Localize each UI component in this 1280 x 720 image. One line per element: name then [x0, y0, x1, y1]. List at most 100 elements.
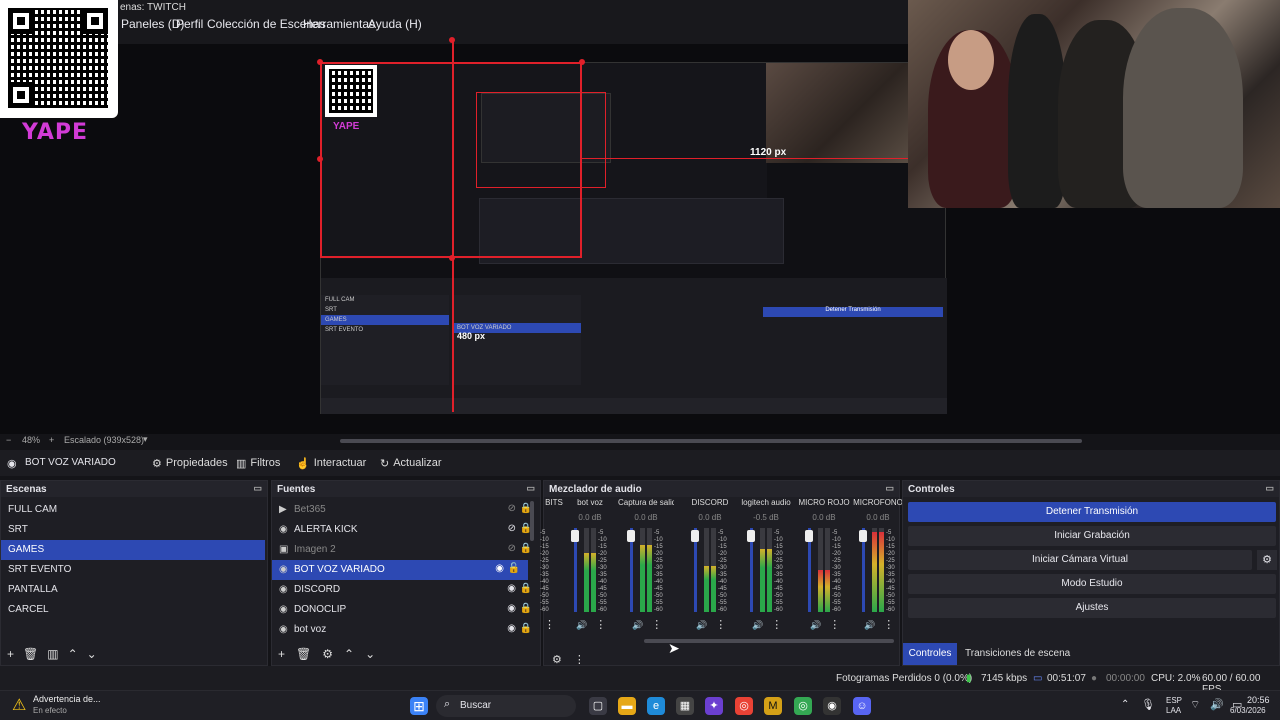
source-item[interactable]: ▣ Imagen 2 ⊘ 🔒 — [272, 540, 540, 560]
scale-dropdown-icon[interactable]: ▾ — [143, 434, 148, 445]
volume-fader[interactable] — [859, 528, 867, 612]
source-item[interactable]: ▶ Bet365 ⊘ 🔒 — [272, 500, 540, 520]
fader-knob[interactable] — [859, 530, 867, 542]
lock-icon[interactable]: 🔒 — [520, 623, 532, 634]
fader-knob[interactable] — [571, 530, 579, 542]
edge-icon[interactable]: e — [647, 697, 665, 715]
scene-item[interactable]: FULL CAM — [1, 500, 267, 520]
speaker-icon[interactable]: 🔊 — [810, 620, 821, 630]
arrow-up-icon[interactable]: ⌃ — [68, 647, 78, 661]
wifi-icon[interactable]: ⌔ — [1190, 698, 1200, 712]
obs-icon[interactable]: ◉ — [823, 697, 841, 715]
microphone-icon[interactable]: 🎙 — [1141, 698, 1155, 711]
taskbar-search[interactable]: ⌕ Buscar — [436, 695, 576, 717]
trash-icon[interactable]: 🗑 — [296, 647, 311, 661]
more-icon[interactable]: ⋮ — [829, 619, 840, 631]
dock-menu-icon[interactable]: ▭ — [253, 483, 262, 494]
gear-icon[interactable]: ⚙ — [1257, 550, 1277, 570]
tab-controls[interactable]: Controles — [903, 643, 957, 665]
start-recording-button[interactable]: Iniciar Grabación — [908, 526, 1276, 546]
scene-item[interactable]: PANTALLA — [1, 580, 267, 600]
source-item[interactable]: ◉ DONOCLIP ◉ 🔒 — [272, 600, 540, 620]
eye-hidden-icon[interactable]: ⊘ — [508, 523, 516, 534]
more-icon[interactable]: ⋮ — [771, 619, 782, 631]
add-icon[interactable]: + — [7, 647, 14, 661]
clock-time[interactable]: 20:56 — [1247, 695, 1270, 705]
more-icon[interactable]: ⋮ — [651, 619, 662, 631]
filter-icon[interactable]: ▥ — [47, 647, 58, 661]
menu-tools[interactable]: Herramientas — [303, 17, 375, 31]
chevron-up-icon[interactable]: ⌃ — [1121, 699, 1129, 710]
lock-icon[interactable]: 🔒 — [520, 583, 532, 594]
source-item[interactable]: ◉ bot voz ◉ 🔒 — [272, 620, 540, 640]
more-icon[interactable]: ⋮ — [715, 619, 726, 631]
lock-icon[interactable]: 🔒 — [520, 603, 532, 614]
menu-help[interactable]: Ayuda (H) — [368, 17, 422, 31]
speaker-icon[interactable]: 🔊 — [696, 620, 707, 630]
speaker-icon[interactable]: 🔊 — [1210, 698, 1224, 711]
task-view-icon[interactable]: ▢ — [589, 697, 607, 715]
volume-fader[interactable] — [691, 528, 699, 612]
lang-label[interactable]: ESP — [1166, 696, 1182, 705]
mixer-settings-icon[interactable]: ⚙ — [552, 653, 562, 666]
discord-icon[interactable]: ☺ — [853, 697, 871, 715]
guide-handle[interactable] — [449, 37, 455, 43]
source-item-selected[interactable]: ◉ BOT VOZ VARIADO ◉ 🔓 — [272, 560, 528, 580]
filters-button[interactable]: ▥ Filtros — [230, 453, 286, 473]
handle-tr[interactable] — [579, 59, 585, 65]
properties-button[interactable]: ⚙ Propiedades — [146, 453, 234, 473]
volume-fader[interactable] — [747, 528, 755, 612]
eye-hidden-icon[interactable]: ⊘ — [508, 503, 516, 514]
arrow-up-icon[interactable]: ⌃ — [344, 647, 354, 661]
copilot-icon[interactable]: ✦ — [705, 697, 723, 715]
fader-knob[interactable] — [805, 530, 813, 542]
arrow-down-icon[interactable]: ⌄ — [365, 647, 375, 661]
speaker-icon[interactable]: 🔊 — [864, 620, 875, 630]
speaker-icon[interactable]: 🔊 — [576, 620, 587, 630]
more-icon[interactable]: ⋮ — [883, 619, 894, 631]
horizontal-scrollbar[interactable] — [340, 439, 1082, 443]
app-m-icon[interactable]: M — [764, 697, 782, 715]
eye-icon[interactable]: ◉ — [495, 563, 504, 574]
interact-button[interactable]: ☝ Interactuar — [290, 453, 372, 473]
scene-item[interactable]: SRT EVENTO — [1, 560, 267, 580]
trash-icon[interactable]: 🗑 — [23, 647, 38, 661]
speaker-icon[interactable]: 🔊 — [632, 620, 643, 630]
studio-mode-button[interactable]: Modo Estudio — [908, 574, 1276, 594]
source-item[interactable]: ◉ DISCORD ◉ 🔒 — [272, 580, 540, 600]
add-icon[interactable]: + — [278, 647, 285, 661]
volume-fader[interactable] — [571, 528, 579, 612]
more-icon[interactable]: ⋮ — [544, 619, 555, 631]
handle-tl[interactable] — [317, 59, 323, 65]
scene-item[interactable]: SRT — [1, 520, 267, 540]
gear-icon[interactable]: ⚙ — [322, 647, 333, 661]
eye-icon[interactable]: ◉ — [507, 583, 516, 594]
fader-knob[interactable] — [691, 530, 699, 542]
dock-menu-icon[interactable]: ▭ — [885, 483, 894, 494]
eye-icon[interactable]: ◉ — [507, 603, 516, 614]
fader-knob[interactable] — [627, 530, 635, 542]
zoom-out-button[interactable]: − — [6, 435, 11, 445]
scene-item-selected[interactable]: GAMES — [1, 540, 265, 560]
lock-icon[interactable]: 🔒 — [520, 543, 532, 554]
volume-fader[interactable] — [805, 528, 813, 612]
source-item[interactable]: ◉ ALERTA KICK ⊘ 🔒 — [272, 520, 540, 540]
mixer-scrollbar[interactable] — [644, 639, 894, 643]
arrow-down-icon[interactable]: ⌄ — [87, 647, 97, 661]
more-icon[interactable]: ⋮ — [595, 619, 606, 631]
fader-knob[interactable] — [747, 530, 755, 542]
file-explorer-icon[interactable]: ▬ — [618, 697, 636, 715]
virtual-camera-button[interactable]: Iniciar Cámara Virtual — [908, 550, 1252, 570]
tab-transitions[interactable]: Transiciones de escena — [965, 643, 1070, 665]
sources-scrollbar[interactable] — [530, 501, 534, 541]
refresh-button[interactable]: ↻ Actualizar — [374, 453, 448, 473]
dock-menu-icon[interactable]: ▭ — [526, 483, 535, 494]
warning-title[interactable]: Advertencia de... — [33, 694, 101, 704]
scene-item[interactable]: CARCEL — [1, 600, 267, 620]
settings-button[interactable]: Ajustes — [908, 598, 1276, 618]
volume-fader[interactable] — [627, 528, 635, 612]
dock-menu-icon[interactable]: ▭ — [1265, 483, 1274, 494]
lock-icon[interactable]: 🔓 — [508, 563, 520, 574]
windows-start-icon[interactable]: ⊞ — [410, 697, 428, 715]
speaker-icon[interactable]: 🔊 — [752, 620, 763, 630]
